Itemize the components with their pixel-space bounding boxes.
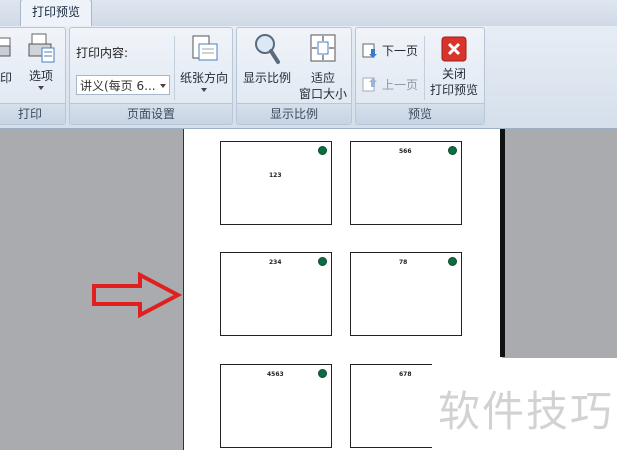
separator (174, 36, 175, 100)
group-page-setup: 打印内容: 讲义(每页 6... 纸张方向 页面设置 (69, 27, 233, 125)
printer-icon (0, 37, 11, 57)
page-orientation-icon (192, 35, 218, 61)
options-button-label: 选项 (28, 69, 53, 83)
ribbon-tab-bar: 打印预览 (0, 0, 617, 27)
group-preview: 下一页 上一页 关闭 打印预览 预览 (355, 27, 485, 125)
annotation-arrow-icon (92, 272, 182, 318)
fit-window-button[interactable]: 适应 窗口大小 (297, 32, 349, 102)
page-edge (500, 129, 505, 357)
slide-number: 4563 (267, 371, 284, 378)
starbucks-logo-icon (448, 146, 457, 155)
chevron-down-icon (201, 88, 207, 92)
starbucks-logo-icon (318, 257, 327, 266)
group-zoom-label: 显示比例 (237, 103, 351, 124)
close-preview-label-line1: 关闭 (441, 67, 466, 81)
close-preview-label-line2: 打印预览 (429, 83, 478, 97)
group-print: 印 选项 打印 (0, 27, 66, 125)
group-preview-label: 预览 (356, 103, 484, 124)
print-button[interactable]: 印 (0, 34, 17, 86)
fit-window-label-line1: 适应 (310, 71, 335, 85)
print-content-label: 打印内容: (76, 46, 129, 60)
tab-print-preview[interactable]: 打印预览 (20, 0, 92, 27)
next-page-button[interactable]: 下一页 (362, 42, 418, 59)
options-icon (28, 33, 55, 63)
watermark-text: 软件技巧 (438, 387, 615, 436)
chevron-down-icon (160, 84, 166, 88)
print-button-label: 印 (0, 71, 12, 85)
slide-thumbnail: 78 (350, 252, 462, 336)
fit-window-icon (310, 34, 336, 62)
slide-number: 78 (399, 259, 408, 266)
zoom-button-label: 显示比例 (242, 71, 291, 85)
slide-number: 123 (269, 172, 282, 179)
chevron-down-icon (38, 86, 44, 90)
separator (424, 36, 425, 100)
fit-window-label-line2: 窗口大小 (298, 87, 347, 101)
starbucks-logo-icon (448, 257, 457, 266)
slide-thumbnail: 566 (350, 141, 462, 225)
zoom-button[interactable]: 显示比例 (241, 32, 293, 86)
previous-page-icon (362, 77, 377, 91)
starbucks-logo-icon (318, 146, 327, 155)
print-content-value: 讲义(每页 6... (80, 79, 156, 93)
ribbon: 印 选项 打印 打印内容: 讲义(每页 6... 纸张方向 页面设置 显示比例 … (0, 26, 617, 129)
slide-thumbnail: 234 (220, 252, 332, 336)
slide-number: 234 (269, 259, 282, 266)
magnifier-icon (255, 34, 280, 64)
group-zoom: 显示比例 适应 窗口大小 显示比例 (236, 27, 352, 125)
slide-thumbnail: 123 (220, 141, 332, 225)
options-button[interactable]: 选项 (21, 32, 61, 90)
group-page-setup-label: 页面设置 (70, 103, 232, 124)
slide-number: 678 (399, 371, 412, 378)
orientation-button-label: 纸张方向 (179, 71, 228, 85)
next-page-icon (362, 43, 377, 58)
orientation-button[interactable]: 纸张方向 (176, 34, 232, 92)
starbucks-logo-icon (318, 369, 327, 378)
group-print-label: 打印 (0, 103, 65, 124)
next-page-label: 下一页 (382, 44, 419, 58)
close-icon (441, 36, 467, 62)
previous-page-label: 上一页 (382, 78, 419, 92)
slide-number: 566 (399, 148, 412, 155)
close-preview-button[interactable]: 关闭 打印预览 (426, 36, 482, 98)
ribbon-empty-area (488, 27, 617, 125)
print-content-select[interactable]: 讲义(每页 6... (76, 75, 170, 95)
previous-page-button[interactable]: 上一页 (362, 76, 418, 93)
slide-thumbnail: 4563 (220, 364, 332, 448)
